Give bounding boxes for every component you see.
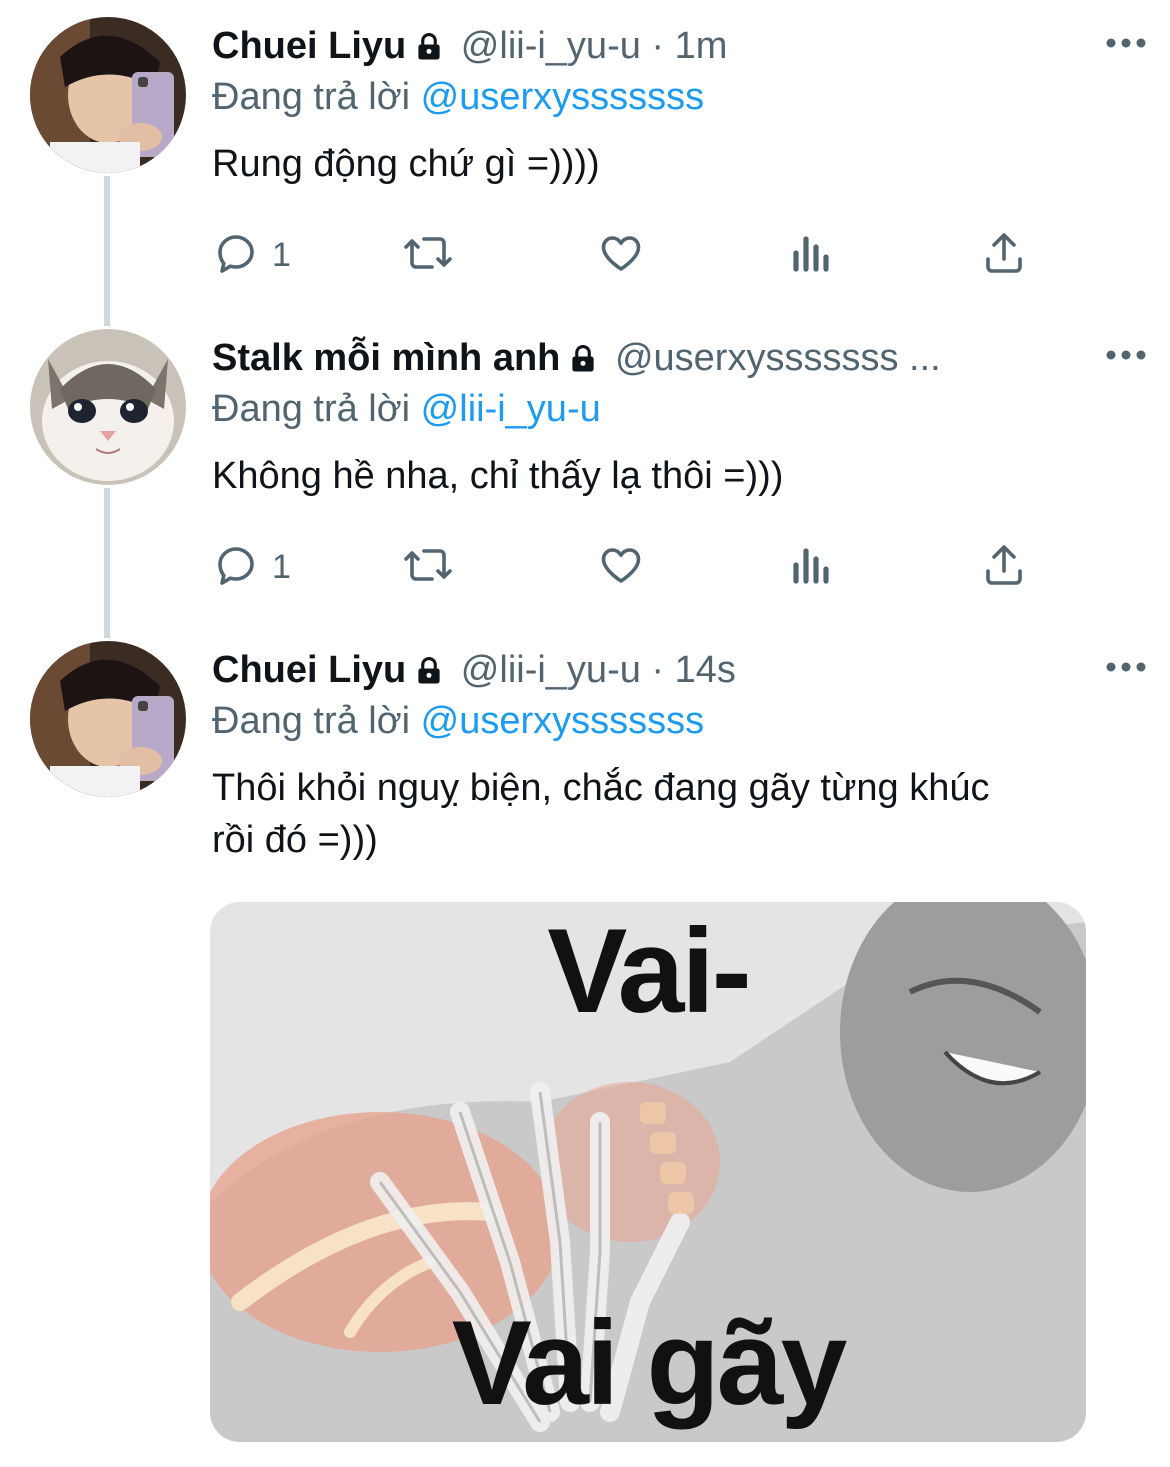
reply-count: 1 — [272, 235, 291, 274]
user-handle[interactable]: @lii-i_yu-u — [461, 649, 641, 691]
share-icon — [980, 229, 1028, 282]
replying-to: Đang trả lời @userxysssssss — [212, 695, 704, 747]
like-icon — [596, 541, 646, 594]
tweet-text: Không hề nha, chỉ thấy lạ thôi =))) — [212, 455, 784, 497]
user-handle[interactable]: @userxysssssss ... — [615, 337, 941, 379]
share-button[interactable] — [980, 537, 1028, 597]
reply-button[interactable]: 1 — [212, 537, 291, 597]
tweet[interactable]: Stalk mỗi mình anh @userxysssssss ... Đa… — [0, 312, 1170, 624]
display-name[interactable]: Stalk mỗi mình anh — [212, 337, 560, 379]
mention-link[interactable]: @userxysssssss — [421, 76, 705, 118]
display-name[interactable]: Chuei Liyu — [212, 25, 406, 67]
retweet-icon — [400, 541, 456, 594]
tweet-actions: 1 — [212, 537, 1052, 597]
meme-caption-bottom: Vai gãy — [451, 1296, 848, 1430]
reply-icon — [212, 541, 260, 594]
replying-to-label: Đang trả lời — [212, 388, 411, 430]
views-button[interactable] — [790, 225, 834, 285]
like-icon — [596, 229, 646, 282]
reply-icon — [212, 229, 260, 282]
meme-caption-top: Vai- — [547, 904, 751, 1038]
tweet-header: Chuei Liyu @lii-i_yu-u · 1m — [212, 20, 1060, 76]
views-icon — [790, 541, 834, 594]
lock-icon — [568, 336, 598, 388]
tweet-header: Chuei Liyu @lii-i_yu-u · 14s — [212, 644, 1060, 700]
reply-button[interactable]: 1 — [212, 225, 291, 285]
separator-dot: · — [651, 25, 665, 67]
retweet-button[interactable] — [400, 537, 456, 597]
tweet-text: Thôi khỏi nguỵ biện, chắc đang gãy từng … — [212, 767, 990, 861]
tweet-actions: 1 — [212, 225, 1052, 285]
lock-icon — [414, 24, 444, 76]
lock-icon — [414, 648, 444, 700]
replying-to: Đang trả lời @userxysssssss — [212, 71, 704, 123]
tweet-text: Rung động chứ gì =)))) — [212, 143, 600, 185]
share-button[interactable] — [980, 225, 1028, 285]
timestamp[interactable]: 14s — [675, 649, 736, 691]
replying-to-label: Đang trả lời — [212, 76, 411, 118]
like-button[interactable] — [596, 225, 646, 285]
retweet-icon — [400, 229, 456, 282]
replying-to: Đang trả lời @lii-i_yu-u — [212, 383, 601, 435]
tweet-media-image[interactable]: Vai- Vai gãy — [210, 902, 1086, 1442]
timestamp[interactable]: 1m — [675, 25, 728, 67]
avatar[interactable] — [30, 17, 186, 173]
separator-dot: · — [651, 649, 665, 691]
user-handle[interactable]: @lii-i_yu-u — [461, 25, 641, 67]
retweet-button[interactable] — [400, 225, 456, 285]
more-icon[interactable] — [1104, 348, 1148, 368]
more-icon[interactable] — [1104, 660, 1148, 680]
mention-link[interactable]: @lii-i_yu-u — [421, 388, 601, 430]
mention-link[interactable]: @userxysssssss — [421, 700, 705, 742]
views-button[interactable] — [790, 537, 834, 597]
replying-to-label: Đang trả lời — [212, 700, 411, 742]
share-icon — [980, 541, 1028, 594]
display-name[interactable]: Chuei Liyu — [212, 649, 406, 691]
tweet[interactable]: Chuei Liyu @lii-i_yu-u · 1m Đang trả lời… — [0, 0, 1170, 312]
like-button[interactable] — [596, 537, 646, 597]
more-icon[interactable] — [1104, 36, 1148, 56]
views-icon — [790, 229, 834, 282]
reply-count: 1 — [272, 547, 291, 586]
avatar[interactable] — [30, 329, 186, 485]
avatar[interactable] — [30, 641, 186, 797]
tweet-header: Stalk mỗi mình anh @userxysssssss ... — [212, 332, 1060, 388]
